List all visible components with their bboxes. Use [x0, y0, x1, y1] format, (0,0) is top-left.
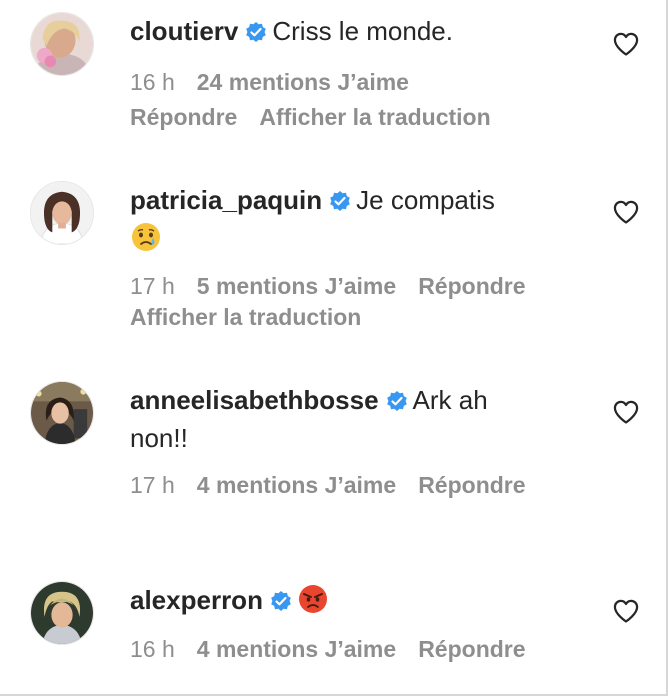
timestamp[interactable]: 17 h — [130, 273, 175, 299]
likes-count-link[interactable]: 24 mentions J’aime — [197, 69, 409, 95]
comment-meta: 16 h 4 mentions J’aime Répondre — [130, 633, 560, 665]
avatar[interactable] — [30, 581, 94, 645]
comment-meta: 17 h 4 mentions J’aime Répondre — [130, 469, 560, 501]
timestamp[interactable]: 16 h — [130, 69, 175, 95]
comment-text-line: alexperron — [130, 581, 560, 619]
comment-text: Criss le monde. — [272, 16, 453, 46]
verified-badge-icon — [385, 389, 409, 413]
username-link[interactable]: cloutierv — [130, 16, 238, 46]
comment-meta: 17 h 5 mentions J’aime Répondre — [130, 270, 560, 302]
timestamp[interactable]: 16 h — [130, 636, 175, 662]
comment-text-line: cloutierv Criss le monde. — [130, 12, 560, 50]
verified-badge-icon — [328, 189, 352, 213]
verified-badge-icon — [244, 20, 268, 44]
comment-text: non!! — [130, 423, 188, 453]
username-link[interactable]: anneelisabethbosse — [130, 385, 379, 415]
like-heart-icon[interactable] — [612, 597, 640, 625]
comment-meta: 16 h 24 mentions J’aime — [130, 66, 560, 98]
username-link[interactable]: patricia_paquin — [130, 185, 322, 215]
like-heart-icon[interactable] — [612, 198, 640, 226]
see-translation-button[interactable]: Afficher la traduction — [130, 304, 361, 330]
reply-button[interactable]: Répondre — [130, 104, 237, 130]
username-link[interactable]: alexperron — [130, 585, 263, 615]
comment-text-line: non!! — [130, 419, 560, 457]
like-heart-icon[interactable] — [612, 398, 640, 426]
avatar[interactable] — [30, 381, 94, 445]
timestamp[interactable]: 17 h — [130, 472, 175, 498]
comment-text: Je compatis — [356, 185, 495, 215]
angry-face-icon — [297, 583, 329, 615]
reply-button[interactable]: Répondre — [418, 273, 525, 299]
verified-badge-icon — [269, 589, 293, 613]
comment-text-line: patricia_paquin Je compatis — [130, 181, 560, 219]
like-heart-icon[interactable] — [612, 30, 640, 58]
crying-face-icon — [130, 221, 162, 253]
comment-text-line — [130, 219, 560, 257]
comment-text: Ark ah — [412, 385, 488, 415]
comment-actions: Répondre Afficher la traduction — [130, 101, 560, 133]
comment-text-line: anneelisabethbosse Ark ah — [130, 381, 560, 419]
likes-count-link[interactable]: 5 mentions J’aime — [197, 273, 396, 299]
reply-button[interactable]: Répondre — [418, 472, 525, 498]
see-translation-button[interactable]: Afficher la traduction — [259, 104, 490, 130]
avatar[interactable] — [30, 181, 94, 245]
likes-count-link[interactable]: 4 mentions J’aime — [197, 472, 396, 498]
reply-button[interactable]: Répondre — [418, 636, 525, 662]
comment-actions: Afficher la traduction — [130, 301, 560, 333]
likes-count-link[interactable]: 4 mentions J’aime — [197, 636, 396, 662]
avatar[interactable] — [30, 12, 94, 76]
